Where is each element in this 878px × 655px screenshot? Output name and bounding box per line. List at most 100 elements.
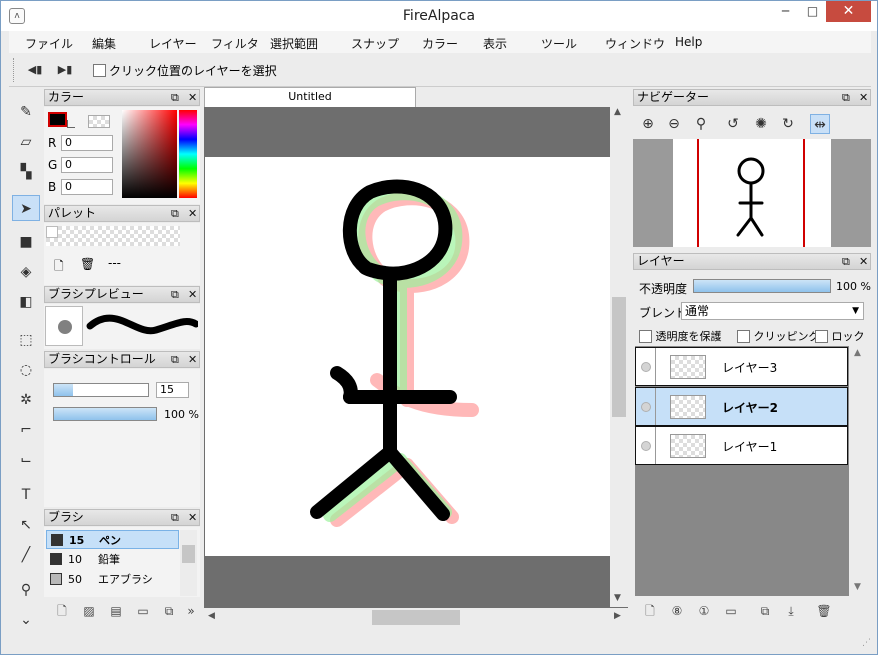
trash-icon[interactable]: 🗑 [80,257,95,271]
lasso-icon[interactable]: ◌ [12,357,40,383]
brush-opacity-slider[interactable] [53,407,157,421]
eyedropper-icon[interactable]: ⚲ [12,577,40,603]
float-icon[interactable]: ⧉ [842,254,850,269]
next-button[interactable]: ▶▮ [56,61,74,79]
navigator-preview[interactable] [633,139,871,247]
menu-filter[interactable]: フィルタ [211,35,259,52]
bucket-icon[interactable]: ◈ [12,259,40,285]
close-button[interactable]: ✕ [826,1,871,22]
palette-swatches[interactable] [46,226,180,246]
new-8bit-layer-icon[interactable]: ⑧ [668,602,686,620]
new-folder-icon[interactable]: ▭ [722,602,740,620]
menu-view[interactable]: 表示 [483,35,507,52]
new-layer-icon[interactable]: 🗋 [641,602,659,620]
close-icon[interactable]: ✕ [859,254,868,269]
scroll-down-icon[interactable]: ▼ [614,593,621,603]
layer-row-2[interactable]: レイヤー2 [635,387,848,426]
resize-grip-icon[interactable]: ⋰ [862,638,871,648]
scroll-left-icon[interactable]: ◀ [208,611,215,621]
blur-icon[interactable]: ╱ [12,542,40,568]
pen-icon[interactable]: ✎ [12,99,40,125]
close-icon[interactable]: ✕ [859,90,868,105]
tab-untitled[interactable]: Untitled [204,87,416,107]
close-icon[interactable]: ✕ [188,90,197,105]
menu-tool[interactable]: ツール [541,35,577,52]
select-pen-icon[interactable]: ⌐ [12,417,40,443]
visibility-icon[interactable] [641,402,651,412]
folder-icon[interactable]: ▭ [134,602,152,620]
select-layer-checkbox[interactable] [93,64,106,77]
minimize-button[interactable]: ─ [772,1,799,22]
canvas-horizontal-scrollbar[interactable]: ◀ ▶ [204,608,628,627]
g-input[interactable]: 0 [61,157,113,173]
dot-icon[interactable]: ▚ [12,159,40,185]
layer-row-1[interactable]: レイヤー1 [635,426,848,465]
gradient-icon[interactable]: ◧ [12,289,40,315]
close-icon[interactable]: ✕ [188,206,197,221]
close-icon[interactable]: ✕ [188,287,197,302]
delete-layer-icon[interactable]: 🗑 [815,602,833,620]
menu-edit[interactable]: 編集 [92,35,116,52]
brush-script-icon[interactable]: ▤ [107,602,125,620]
menu-snap[interactable]: スナップ [351,35,399,52]
saturation-value-picker[interactable] [122,110,177,198]
scroll-right-icon[interactable]: ▶ [614,611,621,621]
rotate-reset-icon[interactable]: ✺ [751,114,771,134]
visibility-icon[interactable] [641,441,651,451]
brush-settings-icon[interactable]: ▨ [80,602,98,620]
brush-size-input[interactable]: 15 [156,382,189,398]
fill-icon[interactable]: ■ [12,229,40,255]
new-palette-icon[interactable]: 🗋 [54,257,64,278]
menu-color[interactable]: カラー [422,35,458,52]
lock-option[interactable]: ロック [815,328,865,344]
protect-alpha-checkbox[interactable] [639,329,652,343]
zoom-in-icon[interactable]: ⊕ [638,114,658,134]
clipping-checkbox[interactable] [737,329,750,343]
palette-swatch[interactable] [46,226,58,238]
close-icon[interactable]: ✕ [188,510,197,525]
eraser-icon[interactable]: ▱ [12,129,40,155]
scroll-up-icon[interactable]: ▲ [614,107,621,117]
brush-item-pen[interactable]: 15 ペン [46,530,179,549]
menu-help[interactable]: Help [675,35,702,49]
duplicate-layer-icon[interactable]: ⧉ [756,602,774,620]
scroll-up-icon[interactable]: ▲ [854,348,861,358]
text-icon[interactable]: T [12,482,40,508]
copy-brush-icon[interactable]: ⧉ [160,602,178,620]
layer-row-3[interactable]: レイヤー3 [635,347,848,386]
menu-select[interactable]: 選択範囲 [270,35,318,52]
brush-item-pencil[interactable]: 10 鉛筆 [46,550,179,569]
b-input[interactable]: 0 [61,179,113,195]
rotate-right-icon[interactable]: ↻ [778,114,798,134]
layer-list-scrollbar[interactable]: ▲ ▼ [851,346,868,596]
prev-button[interactable]: ◀▮ [26,61,44,79]
brush-size-slider[interactable] [53,383,149,397]
r-input[interactable]: 0 [61,135,113,151]
zoom-out-icon[interactable]: ⊖ [664,114,684,134]
menu-file[interactable]: ファイル [25,35,73,52]
blend-mode-select[interactable]: 通常 ▼ [681,302,864,320]
scroll-down-icon[interactable]: ▼ [854,582,861,592]
new-brush-icon[interactable]: 🗋 [53,602,71,620]
new-1bit-layer-icon[interactable]: ① [695,602,713,620]
menu-window[interactable]: ウィンドウ [605,35,665,52]
float-icon[interactable]: ⧉ [171,206,179,221]
float-icon[interactable]: ⧉ [171,287,179,302]
float-icon[interactable]: ⧉ [171,352,179,367]
float-icon[interactable]: ⧉ [171,510,179,525]
layer-opacity-slider[interactable] [693,279,831,293]
brush-list-scrollbar[interactable] [180,530,197,596]
select-rect-icon[interactable]: ⬚ [12,327,40,353]
drawing-canvas[interactable] [205,157,610,556]
merge-down-icon[interactable]: ⤓ [782,602,800,620]
operation-icon[interactable]: ↖ [12,512,40,538]
canvas-vertical-scrollbar[interactable]: ▲ ▼ [610,107,628,607]
protect-alpha-option[interactable]: 透明度を保護 [639,328,722,344]
foreground-color-swatch[interactable] [48,112,67,127]
more-icon[interactable]: » [182,602,200,620]
clipping-option[interactable]: クリッピング [737,328,820,344]
background-color-swatch[interactable] [88,115,110,128]
rotate-left-icon[interactable]: ↺ [723,114,743,134]
flip-horizontal-icon[interactable]: ⇹ [810,114,830,134]
lock-checkbox[interactable] [815,329,828,343]
